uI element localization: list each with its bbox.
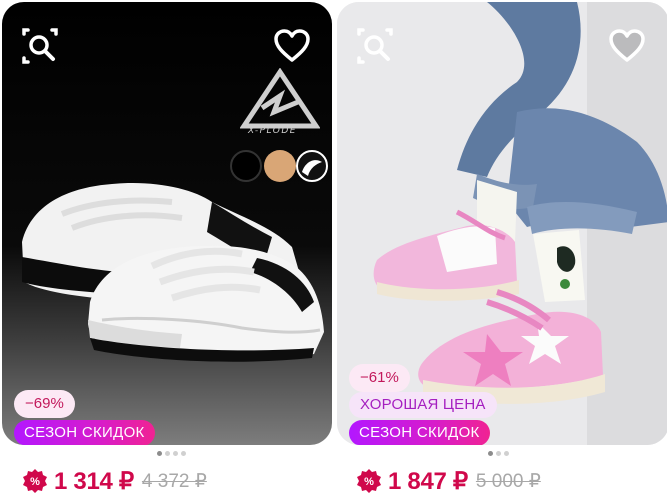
good-price-badge: ХОРОШАЯ ЦЕНА bbox=[349, 392, 497, 418]
sale-percent-icon: % bbox=[357, 469, 381, 493]
current-price: 1 847 ₽ bbox=[388, 467, 468, 495]
search-similar-icon bbox=[357, 28, 393, 64]
favorite-button[interactable] bbox=[270, 24, 314, 68]
brand-name: X-PLODE bbox=[248, 126, 297, 136]
promo-badge: СЕЗОН СКИДОК bbox=[14, 420, 155, 445]
svg-text:%: % bbox=[364, 476, 374, 488]
product-card-2[interactable]: −61% ХОРОШАЯ ЦЕНА СЕЗОН СКИДОК bbox=[337, 2, 667, 445]
search-similar-button[interactable] bbox=[353, 24, 397, 68]
color-swatch-black[interactable] bbox=[230, 150, 262, 182]
product-card-1[interactable]: X-PLODE −69% СЕЗОН СКИДОК bbox=[2, 2, 332, 445]
discount-badge: −61% bbox=[349, 364, 410, 392]
image-pagination-dots bbox=[157, 451, 186, 457]
heart-icon bbox=[274, 29, 310, 62]
search-similar-icon bbox=[22, 28, 58, 64]
svg-text:%: % bbox=[30, 476, 40, 488]
color-swatch-beige[interactable] bbox=[264, 150, 296, 182]
current-price: 1 314 ₽ bbox=[54, 467, 134, 495]
search-similar-button[interactable] bbox=[18, 24, 62, 68]
favorite-button[interactable] bbox=[605, 24, 649, 68]
price-row-1: % 1 314 ₽ 4 372 ₽ bbox=[22, 465, 207, 497]
discount-badge: −69% bbox=[14, 390, 75, 418]
promo-badge: СЕЗОН СКИДОК bbox=[349, 420, 490, 445]
old-price: 4 372 ₽ bbox=[141, 470, 207, 492]
price-row-2: % 1 847 ₽ 5 000 ₽ bbox=[356, 465, 541, 497]
heart-icon bbox=[609, 29, 645, 62]
sale-percent-icon: % bbox=[23, 469, 47, 493]
color-swatch-black-white[interactable] bbox=[296, 150, 328, 182]
color-swatches bbox=[230, 146, 330, 186]
image-pagination-dots bbox=[488, 451, 509, 457]
old-price: 5 000 ₽ bbox=[475, 470, 541, 492]
